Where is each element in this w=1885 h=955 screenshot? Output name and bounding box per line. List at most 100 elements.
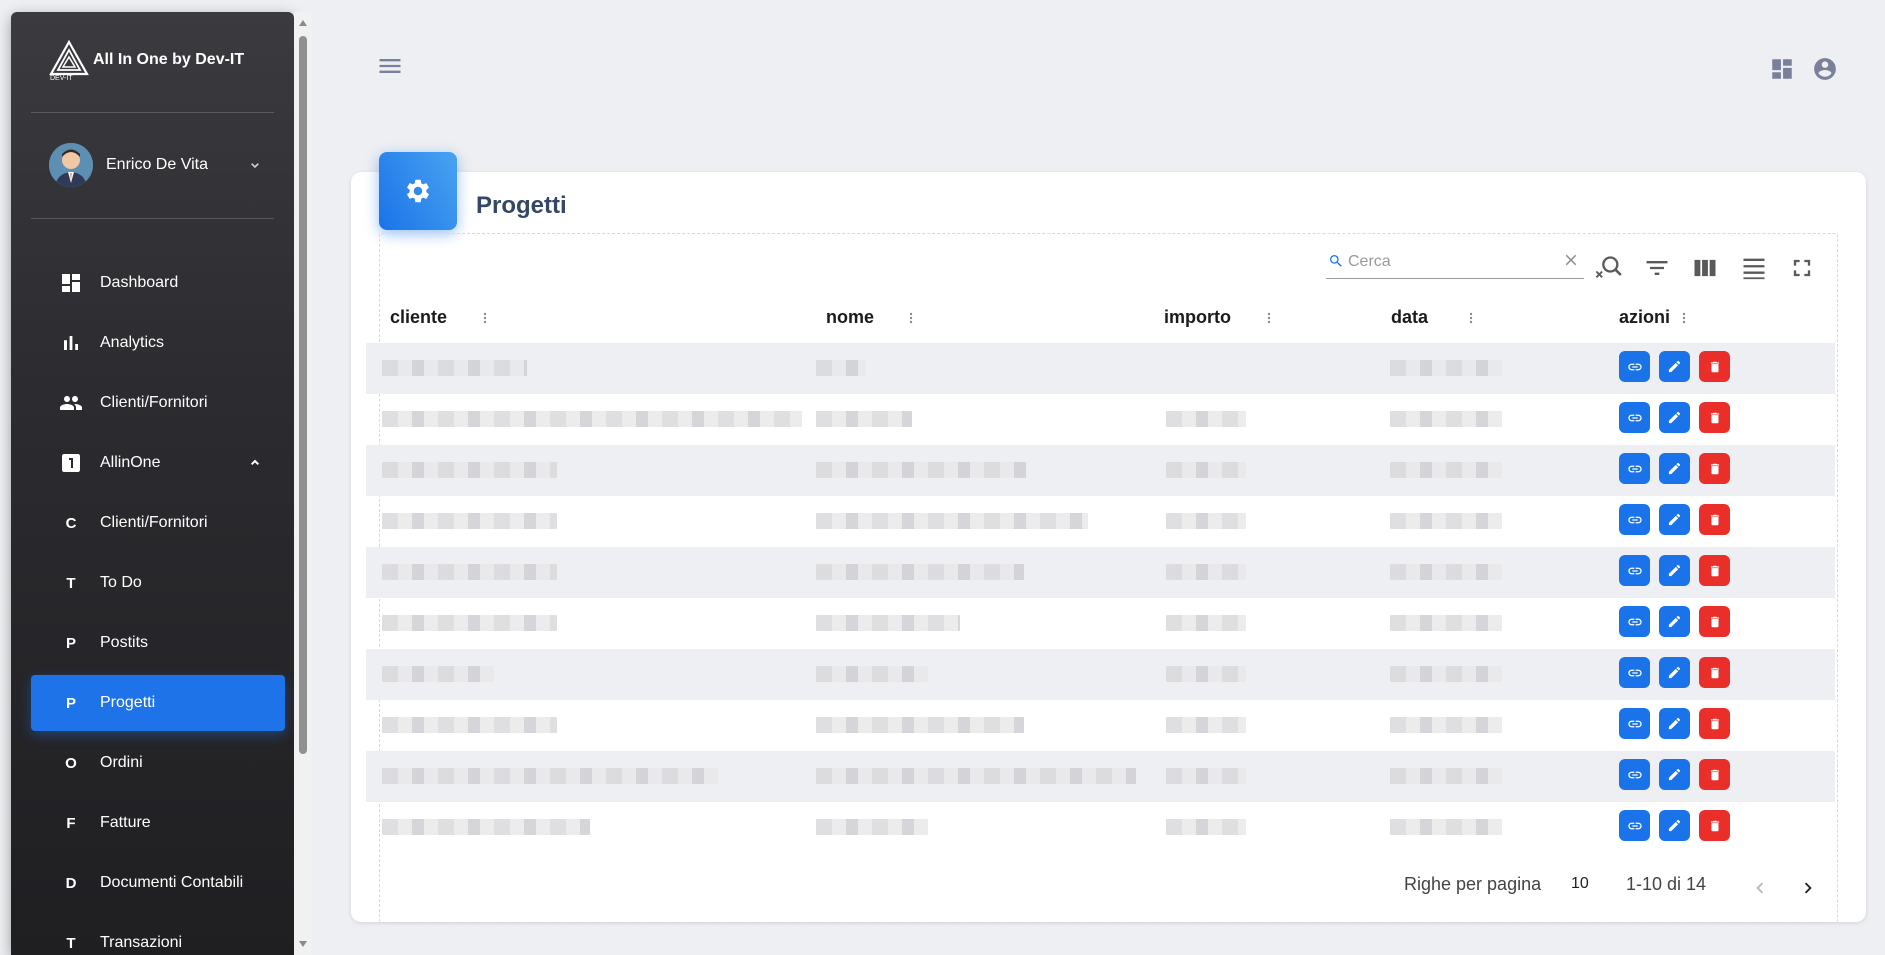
edit-button[interactable] xyxy=(1659,555,1690,586)
user-menu[interactable]: Enrico De Vita xyxy=(49,143,269,187)
link-button[interactable] xyxy=(1619,606,1650,637)
table-row[interactable] xyxy=(366,445,1835,496)
rows-per-page-select[interactable]: 10 xyxy=(1571,875,1589,893)
sidebar-item-allinone[interactable]: AllinOne xyxy=(31,435,285,491)
menu-icon[interactable] xyxy=(376,52,404,80)
sidebar-item-postits[interactable]: P Postits xyxy=(31,615,285,671)
link-icon xyxy=(1627,669,1642,676)
link-button[interactable] xyxy=(1619,810,1650,841)
redacted-cell xyxy=(1390,564,1502,580)
trash-icon xyxy=(1710,667,1719,678)
sidebar-item-label: Progetti xyxy=(100,694,156,711)
brand-logo-icon: DEV-IT xyxy=(49,40,89,80)
delete-button[interactable] xyxy=(1699,708,1730,739)
delete-button[interactable] xyxy=(1699,402,1730,433)
next-page-button[interactable] xyxy=(1793,873,1823,903)
link-button[interactable] xyxy=(1619,555,1650,586)
sidebar-item-analytics[interactable]: Analytics xyxy=(31,315,285,371)
brand[interactable]: DEV-IT All In One by Dev-IT xyxy=(11,12,294,112)
sidebar-item-transazioni[interactable]: T Transazioni xyxy=(31,915,285,955)
table-row[interactable] xyxy=(366,496,1835,547)
delete-button[interactable] xyxy=(1699,657,1730,688)
sidebar-scrollbar[interactable] xyxy=(294,12,312,955)
divider xyxy=(31,218,274,219)
column-header-importo[interactable]: importo xyxy=(1164,307,1231,328)
redacted-cell xyxy=(382,411,802,427)
density-icon[interactable] xyxy=(1740,254,1768,282)
fullscreen-icon[interactable] xyxy=(1788,254,1816,282)
column-menu-icon[interactable] xyxy=(1261,310,1277,326)
redacted-cell xyxy=(382,513,557,529)
table-row[interactable] xyxy=(366,598,1835,649)
search-field[interactable] xyxy=(1326,248,1584,279)
dashboard-icon[interactable] xyxy=(1769,56,1795,82)
pagination-range: 1-10 di 14 xyxy=(1626,874,1707,894)
delete-button[interactable] xyxy=(1699,453,1730,484)
filter-icon[interactable] xyxy=(1643,254,1671,282)
pencil-icon xyxy=(1668,462,1681,475)
delete-button[interactable] xyxy=(1699,351,1730,382)
scrollbar-thumb[interactable] xyxy=(299,36,307,754)
table-row[interactable] xyxy=(366,700,1835,751)
column-header-cliente[interactable]: cliente xyxy=(390,307,447,328)
search-off-icon[interactable] xyxy=(1594,254,1622,282)
edit-button[interactable] xyxy=(1659,504,1690,535)
table-row[interactable] xyxy=(366,547,1835,598)
scroll-down-arrow-icon[interactable] xyxy=(299,941,307,947)
link-button[interactable] xyxy=(1619,402,1650,433)
edit-button[interactable] xyxy=(1659,657,1690,688)
link-button[interactable] xyxy=(1619,351,1650,382)
column-header-data[interactable]: data xyxy=(1391,307,1428,328)
sidebar-item-clienti-fornitori[interactable]: Clienti/Fornitori xyxy=(31,375,285,431)
edit-button[interactable] xyxy=(1659,810,1690,841)
sidebar-item-dashboard[interactable]: Dashboard xyxy=(31,255,285,311)
delete-button[interactable] xyxy=(1699,504,1730,535)
column-menu-icon[interactable] xyxy=(477,310,493,326)
link-button[interactable] xyxy=(1619,453,1650,484)
redacted-cell xyxy=(816,411,912,427)
link-button[interactable] xyxy=(1619,504,1650,535)
delete-button[interactable] xyxy=(1699,759,1730,790)
columns-icon[interactable] xyxy=(1691,254,1719,282)
link-button[interactable] xyxy=(1619,759,1650,790)
delete-button[interactable] xyxy=(1699,810,1730,841)
edit-button[interactable] xyxy=(1659,402,1690,433)
close-icon[interactable] xyxy=(1562,251,1580,269)
column-menu-icon[interactable] xyxy=(1463,310,1479,326)
search-input[interactable] xyxy=(1346,250,1550,274)
delete-button[interactable] xyxy=(1699,606,1730,637)
pencil-icon xyxy=(1668,717,1681,730)
redacted-cell xyxy=(816,513,1088,529)
redacted-cell xyxy=(1390,666,1502,682)
link-button[interactable] xyxy=(1619,708,1650,739)
link-icon xyxy=(1627,567,1642,574)
account-circle-icon[interactable] xyxy=(1812,56,1838,82)
delete-button[interactable] xyxy=(1699,555,1730,586)
sidebar-item-ordini[interactable]: O Ordini xyxy=(31,735,285,791)
link-icon xyxy=(1627,516,1642,523)
sidebar-item-documenti-contabili[interactable]: D Documenti Contabili xyxy=(31,855,285,911)
column-menu-icon[interactable] xyxy=(1676,310,1692,326)
edit-button[interactable] xyxy=(1659,708,1690,739)
table-row[interactable] xyxy=(366,649,1835,700)
column-header-azioni: azioni xyxy=(1619,307,1671,327)
sidebar-item-fatture[interactable]: F Fatture xyxy=(31,795,285,851)
redacted-cell xyxy=(382,666,494,682)
brand-title: All In One by Dev-IT xyxy=(93,51,245,68)
sidebar-item-clienti-fornitori-sub[interactable]: C Clienti/Fornitori xyxy=(31,495,285,551)
edit-button[interactable] xyxy=(1659,453,1690,484)
column-menu-icon[interactable] xyxy=(903,310,919,326)
sidebar-item-todo[interactable]: T To Do xyxy=(31,555,285,611)
looks-one-icon xyxy=(56,451,86,475)
redacted-cell xyxy=(382,462,557,478)
dashboard-icon xyxy=(56,271,86,295)
edit-button[interactable] xyxy=(1659,759,1690,790)
scroll-up-arrow-icon[interactable] xyxy=(299,20,307,26)
edit-button[interactable] xyxy=(1659,351,1690,382)
link-button[interactable] xyxy=(1619,657,1650,688)
sidebar-item-progetti[interactable]: P Progetti xyxy=(31,675,285,731)
table-row[interactable] xyxy=(366,343,1835,394)
column-header-nome[interactable]: nome xyxy=(826,307,874,328)
edit-button[interactable] xyxy=(1659,606,1690,637)
previous-page-button[interactable] xyxy=(1745,873,1775,903)
